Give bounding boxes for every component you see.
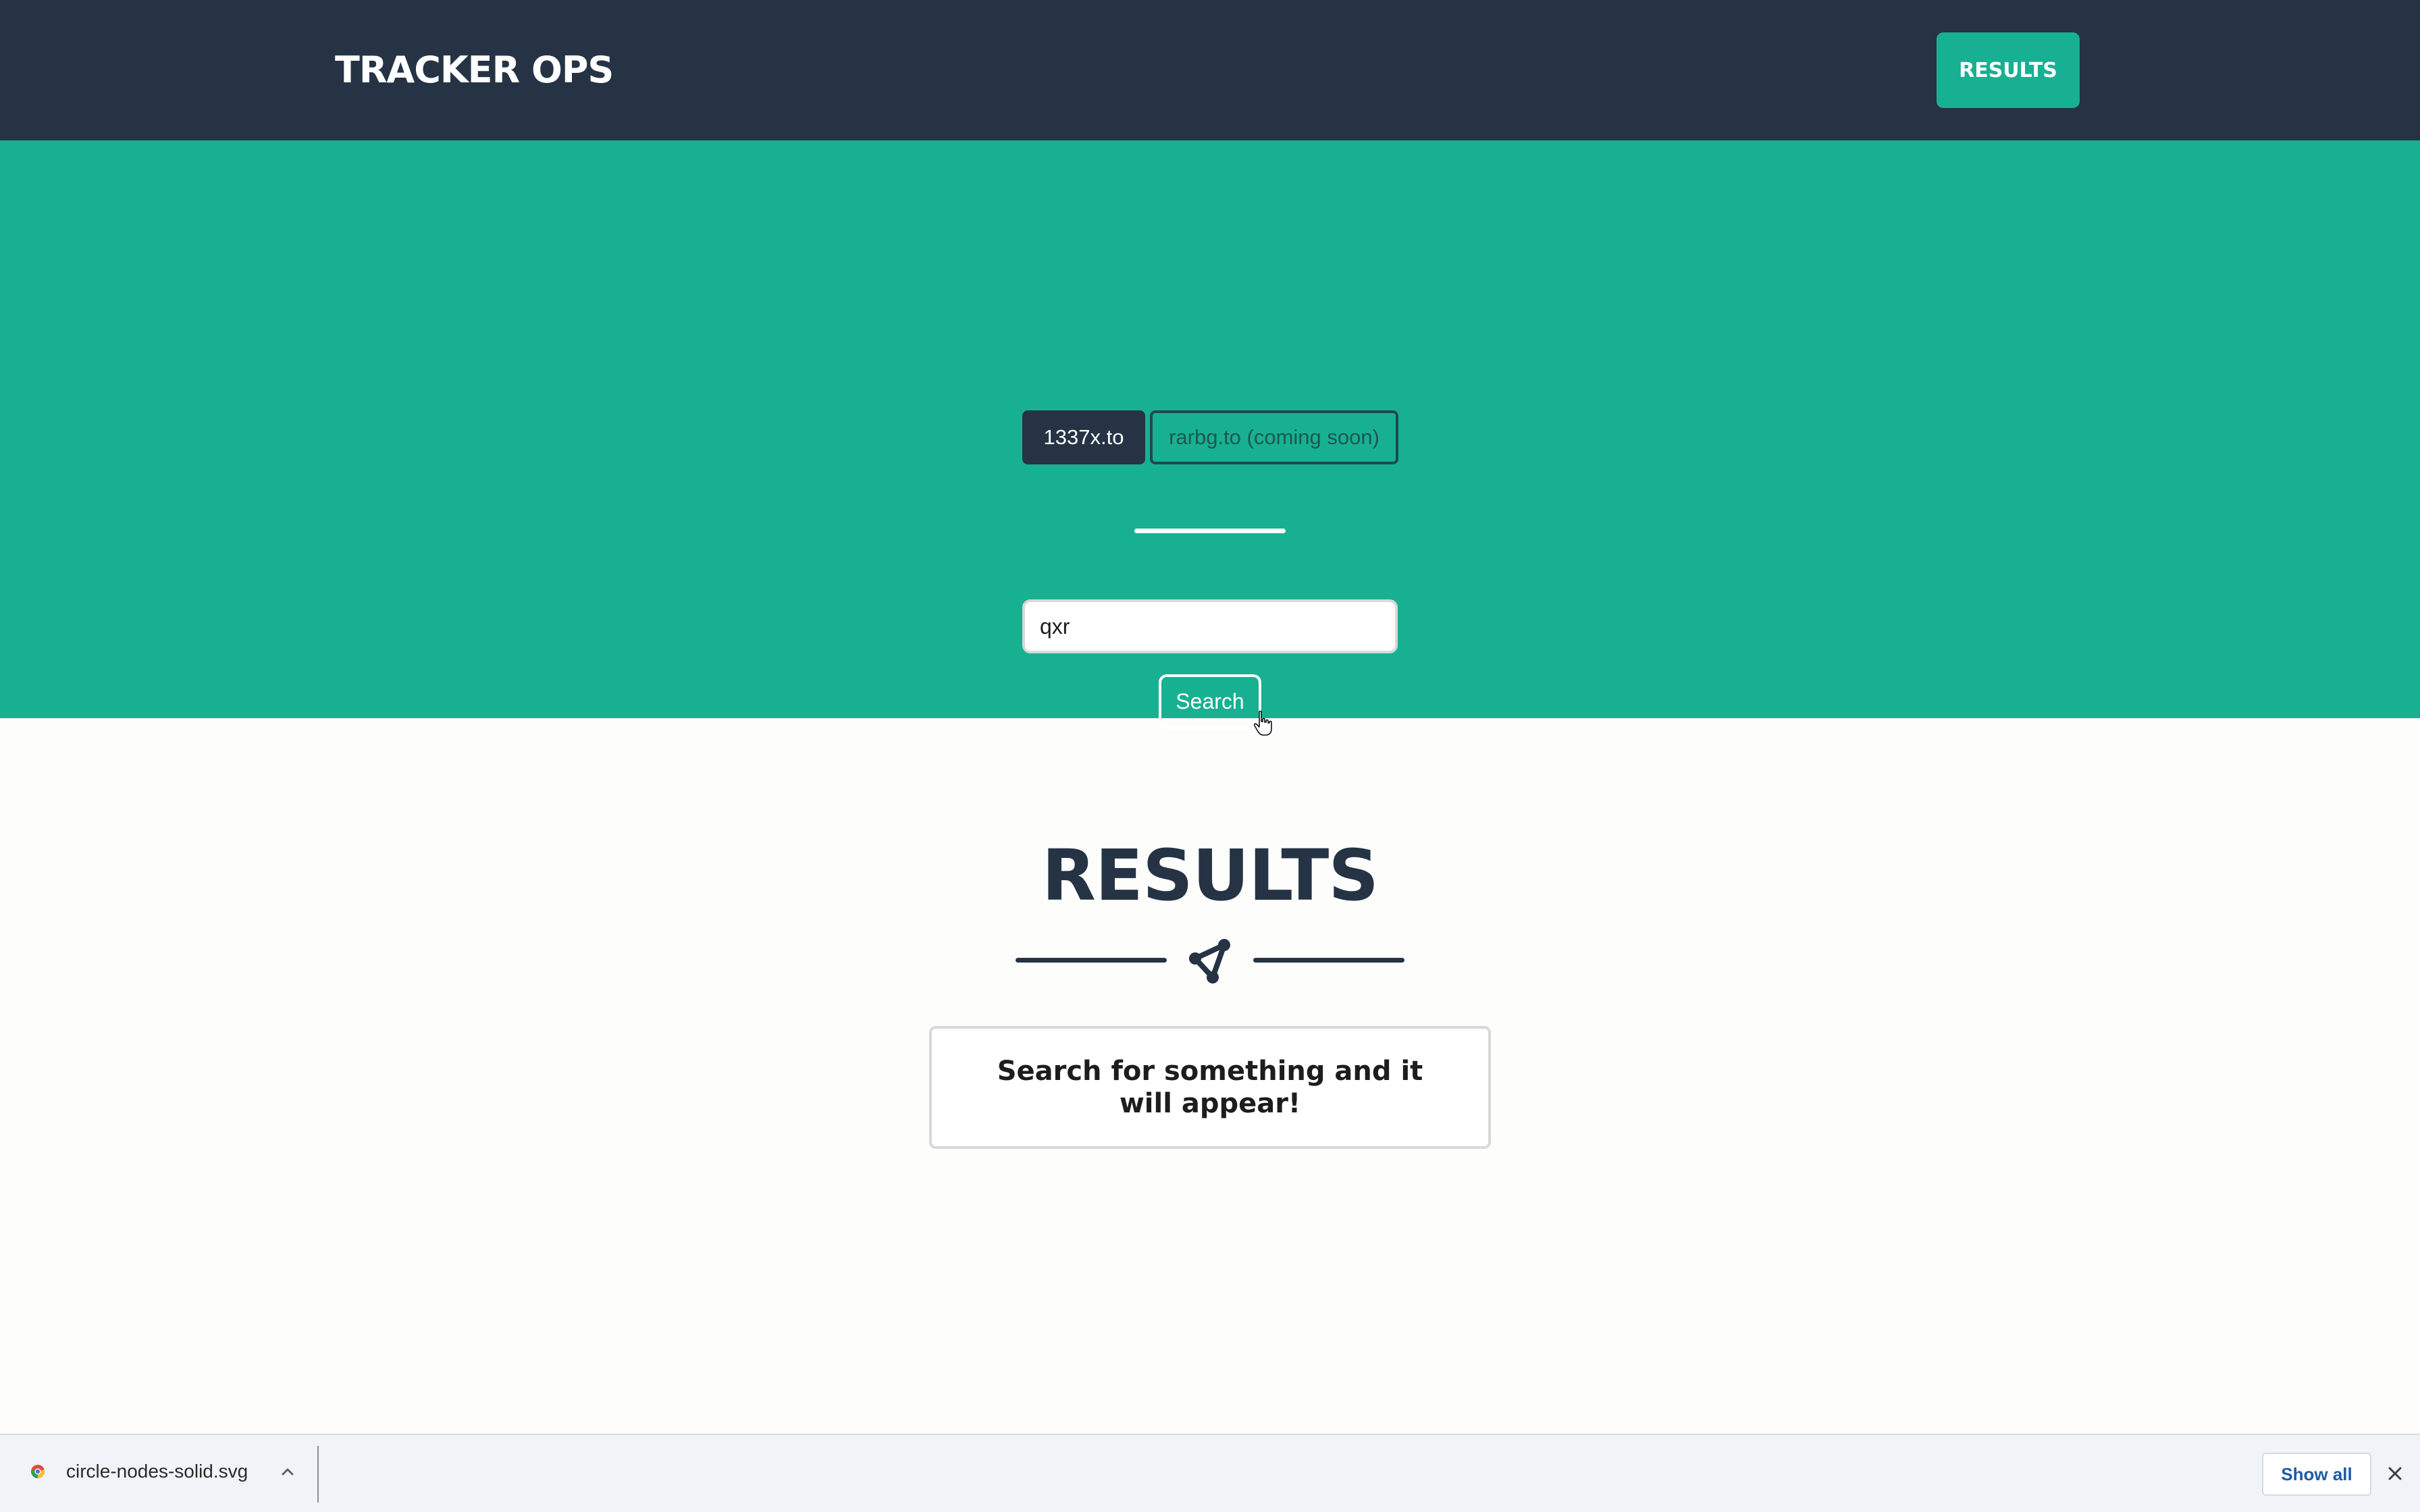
hero-divider <box>1134 529 1286 533</box>
tab-1337x[interactable]: 1337x.to <box>1022 410 1145 464</box>
download-bar: circle-nodes-solid.svg Show all <box>0 1434 2420 1512</box>
navbar: TRACKER OPS RESULTS <box>0 0 2420 140</box>
chrome-file-icon <box>31 1465 45 1478</box>
results-heading: RESULTS <box>1041 834 1379 917</box>
empty-results-message: Search for something and it will appear! <box>997 1056 1423 1119</box>
chevron-up-icon[interactable] <box>277 1461 298 1482</box>
brand-logo[interactable]: TRACKER OPS <box>335 45 614 96</box>
hand-cursor-icon <box>1253 710 1272 736</box>
results-nav-button[interactable]: RESULTS <box>1937 32 2080 108</box>
empty-results-card: Search for something and it will appear! <box>929 1026 1491 1149</box>
search-button[interactable]: Search <box>1159 674 1261 729</box>
download-separator <box>317 1446 319 1503</box>
tab-rarbg[interactable]: rarbg.to (coming soon) <box>1150 410 1398 464</box>
download-filename[interactable]: circle-nodes-solid.svg <box>66 1459 248 1484</box>
results-divider-left <box>1016 958 1167 963</box>
circle-nodes-icon <box>1189 939 1230 983</box>
close-icon[interactable] <box>2384 1462 2406 1485</box>
show-all-button[interactable]: Show all <box>2262 1453 2371 1496</box>
search-hero: 1337x.to rarbg.to (coming soon) Search <box>0 140 2420 736</box>
results-divider-right <box>1253 958 1404 963</box>
search-input[interactable] <box>1022 599 1398 653</box>
